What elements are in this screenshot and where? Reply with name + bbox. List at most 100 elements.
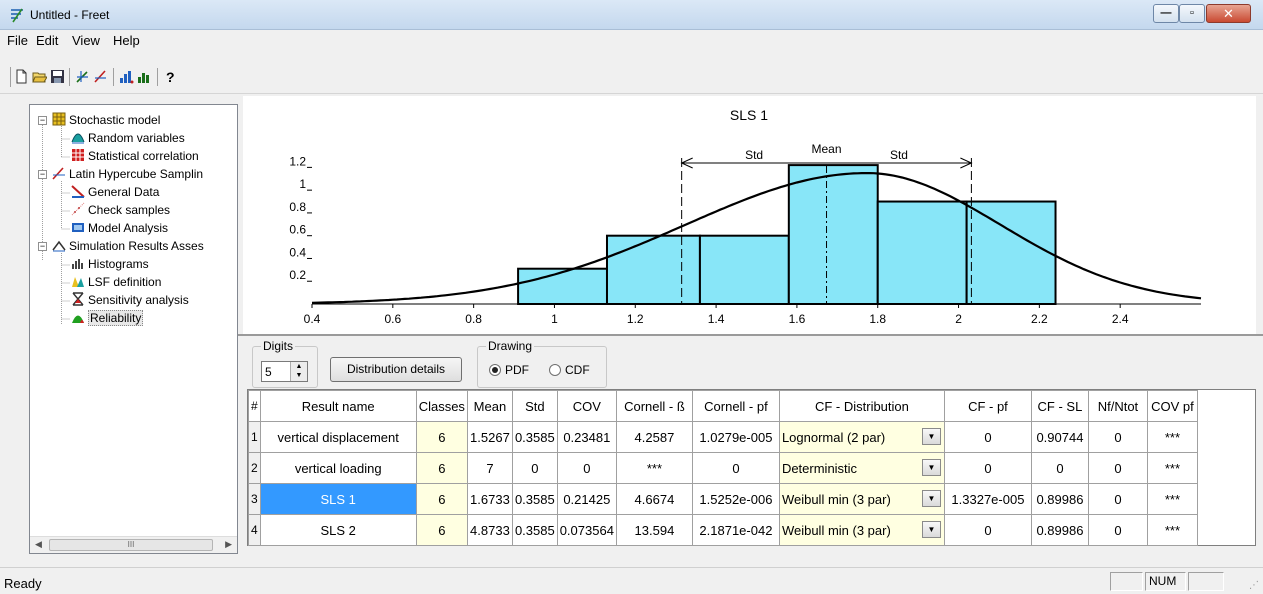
column-header[interactable]: CF - Distribution — [778, 390, 945, 422]
menu-view[interactable]: View — [72, 33, 100, 48]
column-header[interactable]: Cornell - pf — [691, 390, 780, 422]
table-cell[interactable]: 0 — [511, 452, 558, 484]
table-cell[interactable]: 0 — [943, 514, 1032, 546]
column-header[interactable]: Nf/Ntot — [1087, 390, 1148, 422]
table-row[interactable]: 3 SLS 1 6 1.6733 0.3585 0.21425 4.6674 1.5252e-… — [248, 483, 1198, 515]
table-cell[interactable]: 0.073564 — [556, 514, 617, 546]
digits-spinner[interactable]: 5 ▲ ▼ — [261, 361, 308, 382]
help-icon[interactable]: ? — [163, 69, 178, 84]
close-button[interactable]: ✕ — [1206, 4, 1251, 23]
table-cell[interactable]: 0 — [1087, 514, 1148, 546]
pdf-radio[interactable]: PDF — [489, 363, 529, 377]
table-row[interactable]: 2 vertical loading 6 7 0 0 *** 0 Deterministic ▼ 0… — [248, 452, 1198, 484]
table-cell[interactable]: vertical displacement — [259, 421, 417, 453]
table-cell[interactable]: 1.0279e-005 — [691, 421, 780, 453]
save-disk-icon[interactable] — [50, 69, 65, 84]
row-number[interactable]: 3 — [248, 483, 261, 515]
spinner-arrows[interactable]: ▲ ▼ — [290, 362, 307, 381]
dropdown-arrow-icon[interactable]: ▼ — [921, 521, 941, 538]
table-cell[interactable]: 4.8733 — [466, 514, 513, 546]
tree-expander[interactable]: − — [38, 242, 47, 251]
digits-value[interactable]: 5 — [265, 365, 272, 379]
column-header[interactable]: COV — [556, 390, 617, 422]
maximize-button[interactable]: ▫ — [1179, 4, 1205, 23]
resize-grip-icon[interactable]: ⋰ — [1249, 580, 1261, 592]
table-cell[interactable]: 0 — [1030, 452, 1089, 484]
column-header[interactable]: Result name — [259, 390, 417, 422]
table-cell[interactable]: SLS 2 — [259, 514, 417, 546]
row-number[interactable]: 4 — [248, 514, 261, 546]
distribution-select[interactable]: Weibull min (3 par) ▼ — [778, 483, 945, 515]
table-cell[interactable]: 0.89986 — [1030, 514, 1089, 546]
table-cell[interactable]: 1.5267 — [466, 421, 513, 453]
table-cell[interactable]: *** — [1146, 452, 1198, 484]
new-file-icon[interactable] — [14, 69, 29, 84]
table-cell[interactable]: vertical loading — [259, 452, 417, 484]
table-cell[interactable]: 0.21425 — [556, 483, 617, 515]
table-cell[interactable]: 0 — [691, 452, 780, 484]
row-number[interactable]: 2 — [248, 452, 261, 484]
table-cell[interactable]: *** — [1146, 421, 1198, 453]
column-header[interactable]: Mean — [466, 390, 513, 422]
spin-up-icon[interactable]: ▲ — [291, 362, 307, 371]
table-cell[interactable]: 2.1871e-042 — [691, 514, 780, 546]
panel-splitter[interactable] — [238, 334, 1263, 336]
table-cell[interactable]: 0 — [556, 452, 617, 484]
menu-edit[interactable]: Edit — [36, 33, 58, 48]
column-header[interactable]: COV pf — [1146, 390, 1198, 422]
table-cell[interactable]: 0 — [1087, 421, 1148, 453]
tree-expander[interactable]: − — [38, 170, 47, 179]
results-grid[interactable]: # Result name Classes Mean Std COV Cornell - ß… — [247, 389, 1256, 546]
table-cell[interactable]: *** — [1146, 483, 1198, 515]
lhs-sampling-icon[interactable] — [75, 69, 90, 84]
cdf-radio[interactable]: CDF — [549, 363, 590, 377]
tree-expander[interactable]: − — [38, 116, 47, 125]
table-cell[interactable]: 1.3327e-005 — [943, 483, 1032, 515]
table-cell[interactable]: 0.23481 — [556, 421, 617, 453]
table-cell[interactable]: 6 — [415, 514, 468, 546]
table-cell[interactable]: 0.3585 — [511, 421, 558, 453]
open-folder-icon[interactable] — [32, 69, 47, 84]
histogram-icon[interactable] — [119, 69, 134, 84]
table-cell[interactable]: 0 — [1087, 483, 1148, 515]
table-cell[interactable]: *** — [615, 452, 693, 484]
scroll-thumb[interactable]: III — [49, 539, 213, 551]
check-samples-icon[interactable] — [93, 69, 108, 84]
dropdown-arrow-icon[interactable]: ▼ — [921, 490, 941, 507]
table-cell[interactable]: 0.3585 — [511, 514, 558, 546]
column-header[interactable]: CF - SL — [1030, 390, 1089, 422]
project-tree[interactable]: − − − Stochastic model Random variables … — [29, 104, 238, 554]
table-cell[interactable]: *** — [1146, 514, 1198, 546]
sensitivity-icon[interactable] — [137, 69, 152, 84]
table-cell[interactable]: 6 — [415, 452, 468, 484]
table-cell[interactable]: 4.6674 — [615, 483, 693, 515]
distribution-details-button[interactable]: Distribution details — [330, 357, 462, 382]
table-cell[interactable]: 0 — [943, 452, 1032, 484]
table-cell[interactable]: 0 — [943, 421, 1032, 453]
table-cell[interactable]: 6 — [415, 483, 468, 515]
column-header[interactable]: Std — [511, 390, 558, 422]
scroll-right-icon[interactable]: ▶ — [225, 539, 232, 550]
table-cell[interactable]: 0 — [1087, 452, 1148, 484]
dropdown-arrow-icon[interactable]: ▼ — [921, 428, 941, 445]
distribution-select[interactable]: Deterministic ▼ — [778, 452, 945, 484]
table-cell[interactable]: 7 — [466, 452, 513, 484]
table-cell[interactable]: 13.594 — [615, 514, 693, 546]
menu-file[interactable]: File — [7, 33, 28, 48]
column-header[interactable]: Classes — [415, 390, 468, 422]
table-cell[interactable]: 0.3585 — [511, 483, 558, 515]
distribution-select[interactable]: Lognormal (2 par) ▼ — [778, 421, 945, 453]
menu-help[interactable]: Help — [113, 33, 140, 48]
spin-down-icon[interactable]: ▼ — [291, 371, 307, 380]
table-cell[interactable]: SLS 1 — [259, 483, 417, 515]
table-cell[interactable]: 1.6733 — [466, 483, 513, 515]
column-header[interactable]: # — [248, 390, 261, 422]
minimize-button[interactable]: — — [1153, 4, 1179, 23]
table-cell[interactable]: 4.2587 — [615, 421, 693, 453]
row-number[interactable]: 1 — [248, 421, 261, 453]
column-header[interactable]: CF - pf — [943, 390, 1032, 422]
table-cell[interactable]: 6 — [415, 421, 468, 453]
table-cell[interactable]: 1.5252e-006 — [691, 483, 780, 515]
table-cell[interactable]: 0.89986 — [1030, 483, 1089, 515]
distribution-select[interactable]: Weibull min (3 par) ▼ — [778, 514, 945, 546]
